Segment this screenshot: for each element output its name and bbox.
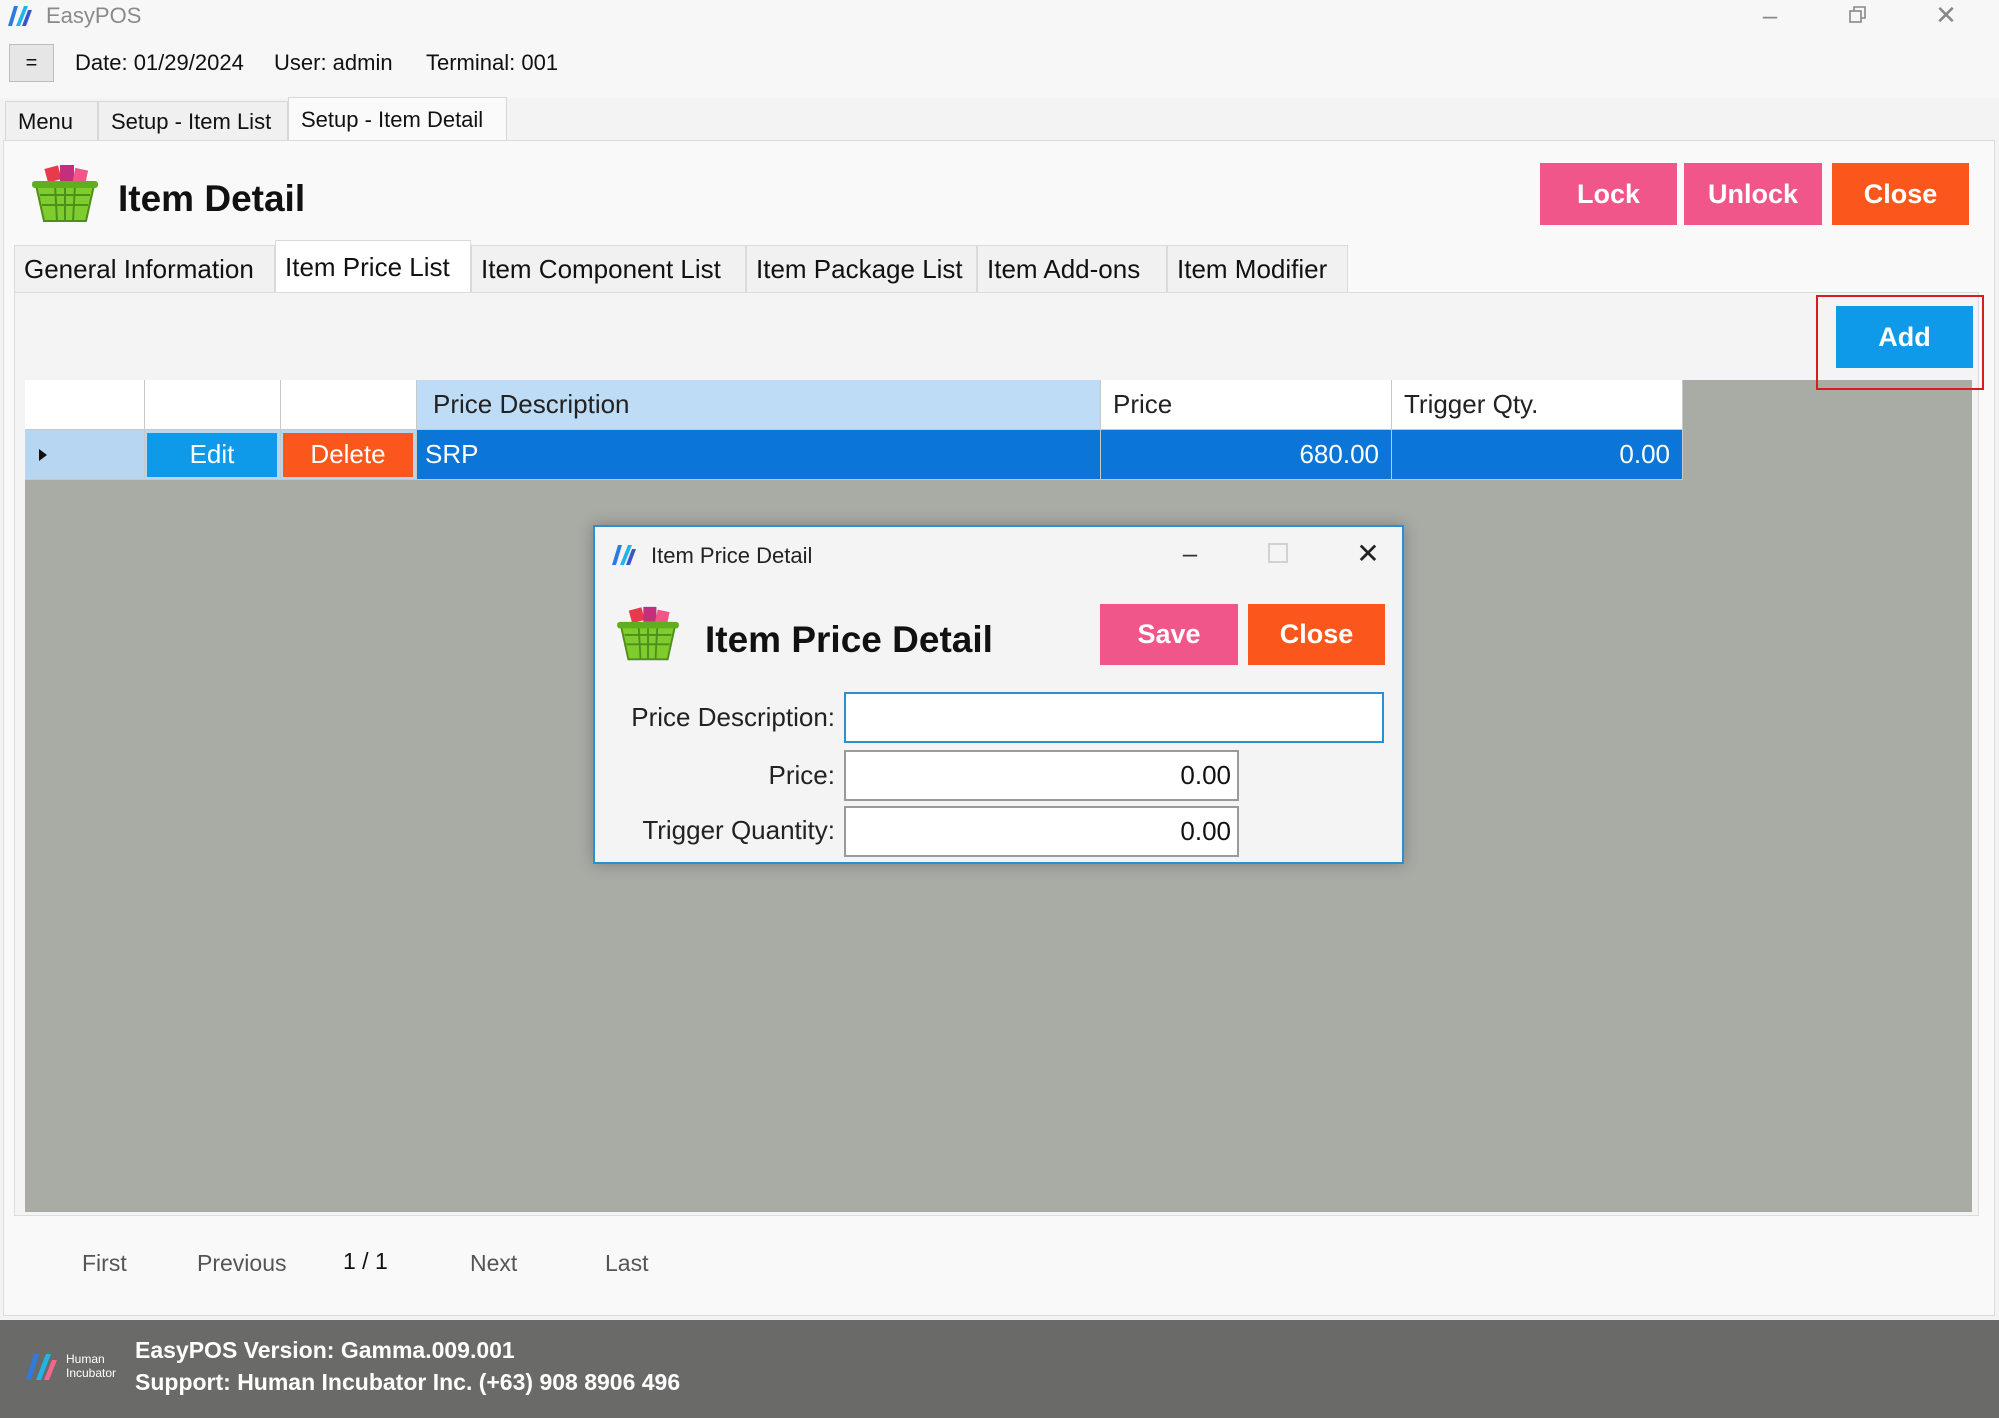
row-selector-icon[interactable]	[25, 430, 145, 480]
title-bar	[0, 0, 1999, 32]
dialog-close-button[interactable]: Close	[1248, 604, 1385, 665]
cell-price[interactable]: 680.00	[1101, 430, 1392, 480]
dialog-app-icon	[612, 545, 636, 565]
header-price[interactable]: Price	[1101, 380, 1392, 430]
logo-text-line2: Incubator	[66, 1366, 117, 1380]
tab-general-information[interactable]: General Information	[14, 245, 275, 293]
tab-item-package-list[interactable]: Item Package List	[746, 245, 977, 293]
item-detail-tab-strip: General Information Item Price List Item…	[14, 240, 1348, 293]
header-edit	[145, 380, 281, 430]
dialog-close-icon[interactable]: ✕	[1343, 535, 1393, 571]
price-label: Price:	[768, 760, 835, 790]
delete-button[interactable]: Delete	[283, 432, 413, 477]
window-close-icon[interactable]: ✕	[1916, 0, 1976, 30]
delete-cell: Delete	[281, 430, 417, 480]
terminal-label: Terminal: 001	[426, 50, 559, 75]
tab-menu[interactable]: Menu	[5, 101, 98, 141]
restore-icon[interactable]	[1828, 0, 1888, 30]
header-row-selector	[25, 380, 145, 430]
table-row[interactable]: Edit Delete SRP 680.00 0.00	[25, 430, 1683, 480]
minimize-icon[interactable]: –	[1740, 0, 1800, 30]
header-trigger-qty[interactable]: Trigger Qty.	[1392, 380, 1683, 430]
main-tab-strip: Menu Setup - Item List Setup - Item Deta…	[5, 97, 507, 141]
pager-previous[interactable]: Previous	[197, 1250, 286, 1277]
human-incubator-logo: Human Incubator	[24, 1350, 124, 1384]
price-description-input[interactable]	[844, 692, 1384, 743]
header-price-description[interactable]: Price Description	[417, 380, 1101, 430]
header-delete	[281, 380, 417, 430]
edit-button[interactable]: Edit	[147, 432, 277, 477]
add-button[interactable]: Add	[1836, 306, 1973, 368]
trigger-quantity-label: Trigger Quantity:	[642, 815, 835, 845]
pager-last[interactable]: Last	[605, 1250, 648, 1277]
tab-item-modifier[interactable]: Item Modifier	[1167, 245, 1348, 293]
dialog-maximize-icon	[1253, 535, 1303, 571]
tab-setup-item-detail[interactable]: Setup - Item Detail	[288, 97, 507, 141]
app-title: EasyPOS	[46, 3, 142, 28]
dialog-basket-icon	[617, 606, 679, 661]
cell-price-description[interactable]: SRP	[417, 430, 1101, 480]
logo-text-line1: Human	[66, 1352, 105, 1366]
tab-item-add-ons[interactable]: Item Add-ons	[977, 245, 1167, 293]
basket-icon	[32, 165, 98, 222]
user-label: User: admin	[274, 50, 393, 75]
pager-first[interactable]: First	[82, 1250, 127, 1277]
tab-item-price-list[interactable]: Item Price List	[275, 240, 471, 293]
close-button[interactable]: Close	[1832, 163, 1969, 225]
date-label: Date: 01/29/2024	[75, 50, 244, 75]
cell-trigger-qty[interactable]: 0.00	[1392, 430, 1683, 480]
easypos-logo-icon	[8, 6, 32, 26]
dialog-save-button[interactable]: Save	[1100, 604, 1238, 665]
price-input[interactable]: 0.00	[844, 750, 1239, 801]
version-text: EasyPOS Version: Gamma.009.001	[135, 1337, 515, 1363]
pager-next[interactable]: Next	[470, 1250, 517, 1277]
tab-setup-item-list[interactable]: Setup - Item List	[98, 101, 288, 141]
page-title: Item Detail	[118, 178, 306, 219]
pager-page-indicator: 1 / 1	[343, 1248, 388, 1274]
item-price-detail-dialog: Item Price Detail – ✕ Item Price Detail …	[593, 525, 1404, 864]
tab-item-component-list[interactable]: Item Component List	[471, 245, 746, 293]
lock-button[interactable]: Lock	[1540, 163, 1677, 225]
dialog-minimize-icon[interactable]: –	[1165, 535, 1215, 571]
price-list-grid: Price Description Price Trigger Qty. Edi…	[25, 380, 1683, 480]
dialog-title: Item Price Detail	[705, 619, 993, 660]
edit-cell: Edit	[145, 430, 281, 480]
unlock-button[interactable]: Unlock	[1684, 163, 1822, 225]
support-text: Support: Human Incubator Inc. (+63) 908 …	[135, 1369, 681, 1395]
grid-header-row: Price Description Price Trigger Qty.	[25, 380, 1683, 430]
trigger-quantity-input[interactable]: 0.00	[844, 806, 1239, 857]
human-incubator-logo-icon	[26, 1354, 57, 1380]
dialog-window-title: Item Price Detail	[651, 543, 813, 568]
price-description-label: Price Description:	[631, 702, 835, 732]
menu-button[interactable]: =	[9, 44, 54, 82]
